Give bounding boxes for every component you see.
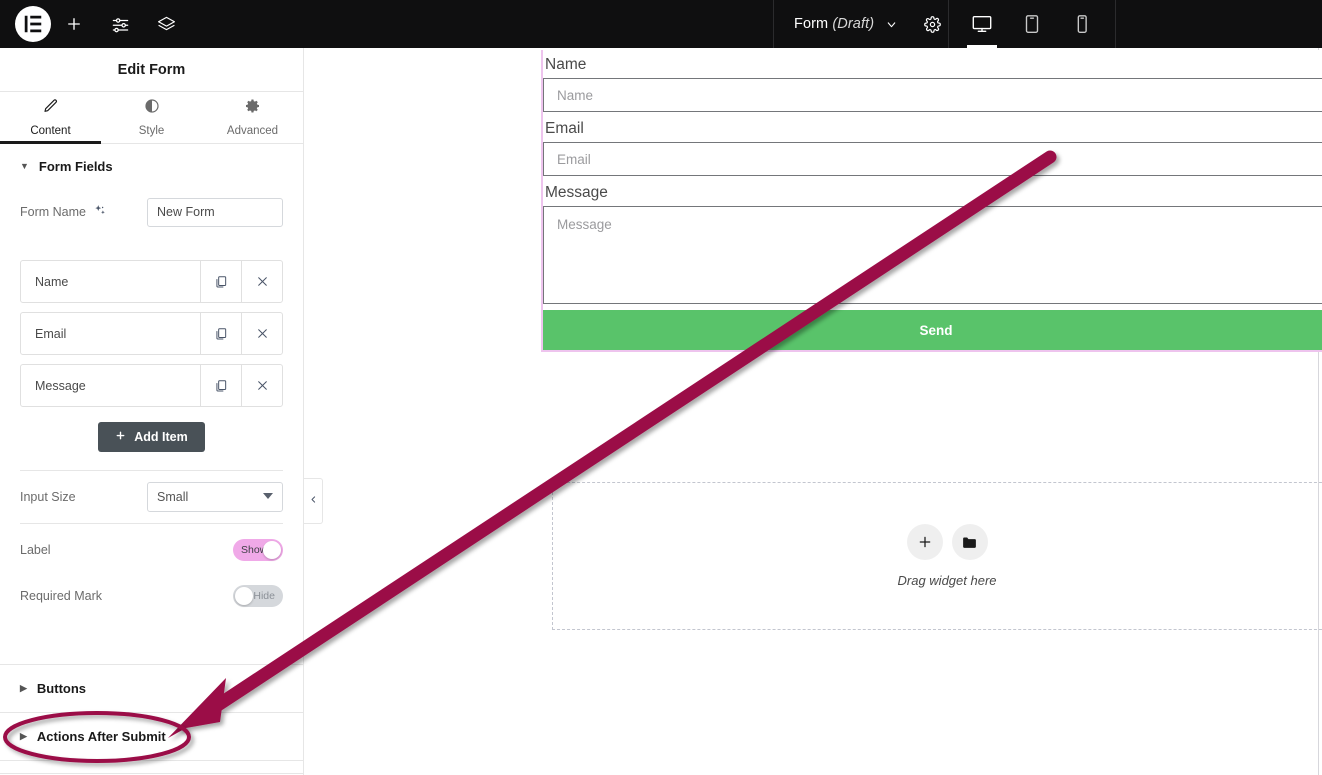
input-size-select[interactable]: Small <box>147 482 283 512</box>
document-status-text: (Draft) <box>832 16 875 32</box>
preview-field-label-message: Message <box>545 184 608 201</box>
label-control: Label Show <box>0 524 303 576</box>
ai-sparkles-icon[interactable] <box>93 204 107 221</box>
input-size-value[interactable]: Small <box>147 482 283 512</box>
form-name-label-text: Form Name <box>20 205 86 219</box>
tab-advanced-label: Advanced <box>226 125 279 137</box>
dropzone-label: Drag widget here <box>897 573 997 588</box>
document-title[interactable]: Form (Draft) <box>794 16 874 32</box>
tab-content[interactable]: Content <box>0 92 101 144</box>
caret-right-icon: ▶ <box>20 683 27 693</box>
preview-field-label-name: Name <box>545 56 587 73</box>
preview-submit-button[interactable]: Send <box>543 310 1322 350</box>
close-icon[interactable] <box>241 261 282 302</box>
form-name-control: Form Name <box>0 188 303 236</box>
top-bar-left-tools <box>0 0 189 48</box>
form-field-row-email[interactable]: Email <box>20 312 283 355</box>
label-toggle[interactable]: Show <box>233 539 283 561</box>
add-item-button[interactable]: Add Item <box>98 422 205 452</box>
preview-field-input-name[interactable]: Name <box>543 78 1322 112</box>
section-actions-after-submit[interactable]: ▶ Actions After Submit <box>0 713 303 761</box>
editor-sidebar: Edit Form Content Style Advanced ▼ Form … <box>0 48 304 775</box>
label-control-label: Label <box>20 543 51 557</box>
preview-field-textarea-message[interactable]: Message <box>543 206 1322 304</box>
required-mark-control: Required Mark Hide <box>0 576 303 616</box>
add-item-row: Add Item <box>0 416 303 470</box>
toggle-knob <box>235 587 253 605</box>
tab-content-label: Content <box>30 125 71 137</box>
form-field-row-message[interactable]: Message <box>20 364 283 407</box>
close-icon[interactable] <box>241 313 282 354</box>
toggle-knob <box>263 541 281 559</box>
form-widget-preview[interactable]: Name Name Email Email Message Message Se… <box>541 50 1322 352</box>
input-size-control: Input Size Small <box>0 471 303 523</box>
top-bar: Form (Draft) <box>0 0 1322 48</box>
editor-canvas: Name Name Email Email Message Message Se… <box>304 48 1322 775</box>
required-mark-toggle[interactable]: Hide <box>233 585 283 607</box>
duplicate-icon[interactable] <box>200 313 241 354</box>
widget-dropzone[interactable]: Drag widget here <box>552 482 1322 630</box>
contrast-icon <box>144 98 160 119</box>
panel-tabs: Content Style Advanced <box>0 92 303 144</box>
plus-icon[interactable] <box>51 0 97 48</box>
chevron-left-icon <box>309 492 318 510</box>
required-mark-toggle-value: Hide <box>253 590 275 602</box>
add-widget-plus-icon[interactable] <box>906 524 943 560</box>
section-buttons[interactable]: ▶ Buttons <box>0 665 303 713</box>
form-fields-repeater: Name Email Message <box>0 236 303 407</box>
form-name-label: Form Name <box>20 204 147 221</box>
caret-right-icon: ▶ <box>20 731 27 741</box>
close-icon[interactable] <box>241 365 282 406</box>
gear-icon[interactable] <box>924 15 941 33</box>
panel-title: Edit Form <box>0 48 303 92</box>
plus-icon <box>115 430 126 444</box>
form-name-input[interactable] <box>147 197 283 227</box>
sliders-icon[interactable] <box>97 0 143 48</box>
section-buttons-label: Buttons <box>36 681 87 696</box>
tab-advanced[interactable]: Advanced <box>202 92 303 143</box>
layers-icon[interactable] <box>143 0 189 48</box>
preview-field-label-email: Email <box>545 120 584 137</box>
form-field-row-name[interactable]: Name <box>20 260 283 303</box>
form-field-title[interactable]: Message <box>21 365 200 406</box>
add-item-label: Add Item <box>134 430 188 444</box>
device-desktop-button[interactable] <box>957 0 1007 48</box>
device-mode-switcher <box>948 0 1116 48</box>
section-actions-after-submit-label: Actions After Submit <box>36 729 166 744</box>
pencil-icon <box>43 98 59 119</box>
collapsed-sections: ▶ Buttons ▶ Actions After Submit <box>0 664 303 774</box>
duplicate-icon[interactable] <box>200 365 241 406</box>
section-form-fields[interactable]: ▼ Form Fields <box>0 144 303 188</box>
panel-collapse-handle[interactable] <box>304 478 323 524</box>
gear-icon <box>245 98 261 119</box>
input-size-label: Input Size <box>20 490 76 504</box>
form-field-title[interactable]: Email <box>21 313 200 354</box>
duplicate-icon[interactable] <box>200 261 241 302</box>
preview-field-input-email[interactable]: Email <box>543 142 1322 176</box>
elementor-editor: Form (Draft) Edit Form Content Style Adv… <box>0 0 1322 775</box>
form-field-title[interactable]: Name <box>21 261 200 302</box>
caret-down-icon: ▼ <box>20 160 29 171</box>
document-title-text: Form <box>794 16 829 32</box>
section-form-fields-label: Form Fields <box>38 158 113 174</box>
folder-icon[interactable] <box>951 524 988 560</box>
required-mark-label: Required Mark <box>20 589 102 603</box>
device-tablet-button[interactable] <box>1007 0 1057 48</box>
dropzone-buttons <box>906 524 988 560</box>
tab-style-label: Style <box>138 125 165 137</box>
elementor-logo-icon[interactable] <box>15 6 51 42</box>
document-status: Form (Draft) <box>773 0 941 48</box>
device-mobile-button[interactable] <box>1057 0 1107 48</box>
tab-style[interactable]: Style <box>101 92 202 143</box>
chevron-down-icon[interactable] <box>885 18 898 31</box>
